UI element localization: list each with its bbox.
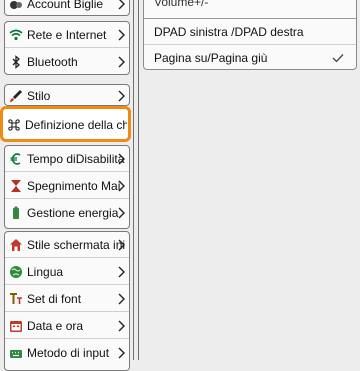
- hourglass-icon: [9, 179, 23, 193]
- key-option-volume-label: Volume+/-: [154, 0, 209, 9]
- bluetooth-icon: [9, 55, 23, 69]
- font-set-label: Set di font: [27, 291, 82, 306]
- globe-icon: [9, 265, 23, 279]
- chevron-right-icon: [118, 293, 126, 305]
- font-icon: [9, 292, 23, 306]
- key-option-page-label: Pagina su/Pagina giù: [154, 50, 268, 65]
- network-label: Rete e Internet: [27, 27, 107, 42]
- settings-item-network[interactable]: Rete e Internet: [5, 22, 129, 48]
- settings-item-date-time[interactable]: Data e ora: [5, 313, 129, 339]
- home-style-label: Stile schermata ini: [27, 237, 126, 252]
- command-key-icon: [7, 118, 21, 132]
- chevron-right-icon: [118, 347, 126, 359]
- screen-timeout-label: Tempo diDisabilita: [27, 151, 125, 166]
- chevron-right-icon: [118, 56, 126, 68]
- settings-item-power-management[interactable]: Gestione energia: [5, 200, 129, 226]
- settings-item-style[interactable]: Stilo: [5, 85, 129, 105]
- key-option-dpad-label: DPAD sinistra /DPAD destra: [154, 24, 304, 39]
- calendar-icon: [9, 319, 23, 333]
- input-method-label: Metodo di input: [27, 346, 110, 360]
- settings-item-shutdown[interactable]: Spegnimento Mai: [5, 173, 129, 199]
- brush-icon: [9, 89, 23, 103]
- shortcut-definition-input[interactable]: Definizione della chi: [7, 115, 127, 135]
- column-divider: [138, 0, 139, 360]
- chevron-right-icon: [118, 239, 126, 251]
- shortcut-definition-field[interactable]: Definizione della chi: [0, 106, 131, 142]
- settings-item-input-method[interactable]: Metodo di input: [5, 340, 129, 366]
- chevron-right-icon: [118, 180, 126, 192]
- chevron-right-icon: [118, 153, 126, 165]
- language-label: Lingua: [27, 264, 64, 279]
- home-icon: [9, 238, 23, 252]
- chevron-right-icon: [118, 207, 126, 219]
- key-option-dpad[interactable]: DPAD sinistra /DPAD destra: [144, 18, 356, 44]
- chevron-right-icon: [118, 266, 126, 278]
- accounts-icon: [9, 0, 23, 11]
- settings-item-home-style[interactable]: Stile schermata ini: [5, 232, 129, 258]
- accounts-group: Account Biglie: [4, 0, 130, 16]
- chevron-right-icon: [118, 0, 126, 10]
- settings-item-screen-timeout[interactable]: Tempo diDisabilita: [5, 146, 129, 172]
- euro-icon: [9, 152, 23, 166]
- battery-icon: [9, 206, 23, 220]
- settings-item-font-set[interactable]: Set di font: [5, 286, 129, 312]
- key-option-volume[interactable]: Volume+/-: [144, 0, 356, 9]
- shutdown-label: Spegnimento Mai: [27, 178, 121, 193]
- style-group: Stilo: [4, 84, 130, 106]
- wifi-icon: [9, 28, 23, 42]
- checkmark-icon: [332, 52, 344, 63]
- power-management-label: Gestione energia: [27, 206, 119, 220]
- chevron-right-icon: [118, 90, 126, 102]
- settings-item-bluetooth[interactable]: Bluetooth: [5, 49, 129, 74]
- power-group: Tempo diDisabilita Spegnimento Mai Gesti…: [4, 145, 130, 229]
- settings-item-language[interactable]: Lingua: [5, 259, 129, 285]
- shortcut-definition-value: Definizione della chi: [25, 118, 127, 132]
- key-mapping-panel: Volume+/- DPAD sinistra /DPAD destra Pag…: [143, 0, 357, 70]
- accounts-item[interactable]: Account Biglie: [5, 0, 129, 15]
- key-option-page[interactable]: Pagina su/Pagina giù: [144, 44, 356, 70]
- system-group: Stile schermata ini Lingua Set di font D…: [4, 231, 130, 371]
- accounts-label: Account Biglie: [27, 0, 104, 11]
- network-group: Rete e Internet Bluetooth: [4, 21, 130, 75]
- column-divider: [133, 0, 134, 360]
- style-label: Stilo: [27, 89, 51, 103]
- keyboard-icon: [9, 346, 23, 360]
- chevron-right-icon: [118, 320, 126, 332]
- chevron-right-icon: [118, 29, 126, 41]
- date-time-label: Data e ora: [27, 318, 84, 333]
- bluetooth-label: Bluetooth: [27, 55, 78, 69]
